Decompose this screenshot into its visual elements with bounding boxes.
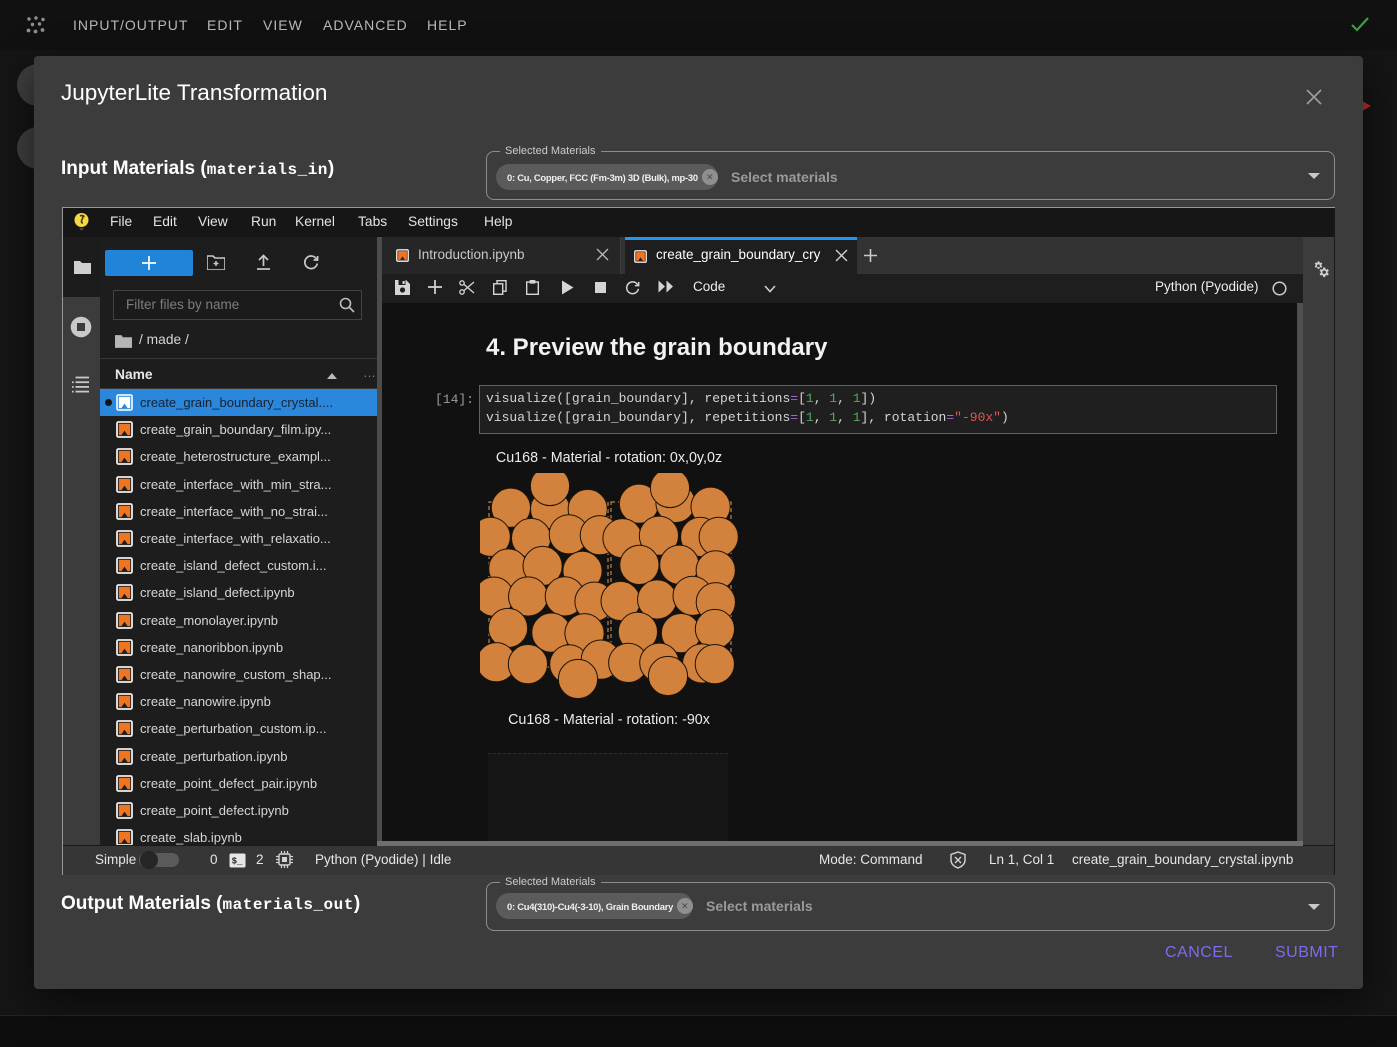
svg-text:$_: $_	[232, 857, 243, 867]
